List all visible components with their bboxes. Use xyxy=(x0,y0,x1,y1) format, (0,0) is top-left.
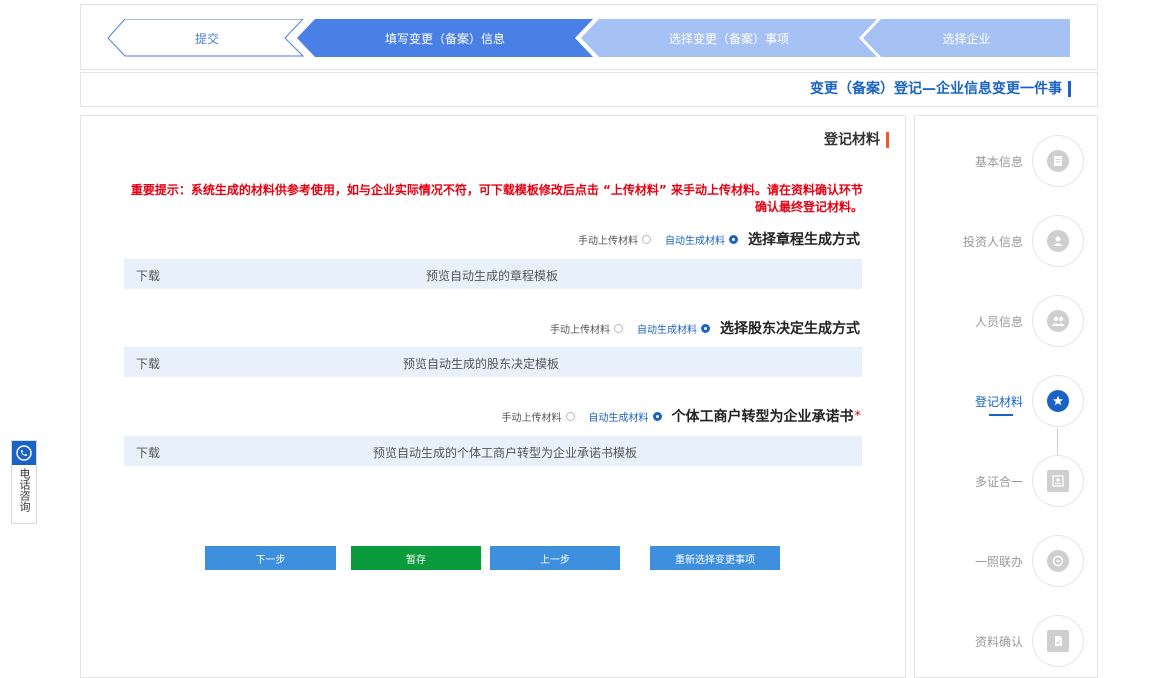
radio-manual-upload[interactable]: 手动上传材料 xyxy=(502,409,575,424)
choice-row-shareholder: 手动上传材料 自动生成材料 选择股东决定生成方式 xyxy=(536,318,861,338)
choice-label: 选择章程生成方式 xyxy=(748,232,860,248)
document-icon xyxy=(1047,150,1069,172)
certificate-icon xyxy=(1047,470,1069,492)
step-select-items[interactable]: 选择变更（备案）事项 xyxy=(581,19,877,57)
download-link[interactable]: 下载 xyxy=(136,355,160,372)
nav-multi-certificate[interactable]: 多证合一 xyxy=(915,455,1099,507)
badge-star-icon xyxy=(1047,390,1069,412)
materials-panel: 登记材料 重要提示：系统生成的材料供参考使用，如与企业实际情况不符，可下载模板修… xyxy=(80,115,906,678)
step-fill-info[interactable]: 填写变更（备案）信息 xyxy=(297,19,593,57)
page-title: 变更（备案）登记—企业信息变更一件事 xyxy=(810,81,1071,97)
preview-link[interactable]: 预览自动生成的个体工商户转型为企业承诺书模板 xyxy=(280,444,730,461)
investor-icon xyxy=(1047,230,1069,252)
radio-dot xyxy=(642,234,651,244)
file-bar-shareholder: 下载 预览自动生成的股东决定模板 xyxy=(124,347,862,377)
confirm-doc-icon xyxy=(1047,630,1069,652)
section-title: 登记材料 xyxy=(824,132,889,148)
choice-row-commitment: 手动上传材料 自动生成材料 个体工商户转型为企业承诺书 * xyxy=(488,406,862,426)
required-mark: * xyxy=(854,408,862,424)
step-select-company[interactable]: 选择企业 xyxy=(863,19,1070,57)
radio-auto-generate[interactable]: 自动生成材料 xyxy=(665,232,738,247)
nav-registration-materials[interactable]: 登记材料 xyxy=(915,375,1099,427)
radio-manual-upload[interactable]: 手动上传材料 xyxy=(550,321,623,336)
radio-dot xyxy=(614,323,623,333)
radio-dot-selected xyxy=(652,411,662,421)
nav-investor-info[interactable]: 投资人信息 xyxy=(915,215,1099,267)
radio-auto-generate[interactable]: 自动生成材料 xyxy=(589,409,662,424)
page-title-bar: 变更（备案）登记—企业信息变更一件事 xyxy=(80,72,1098,107)
nav-personnel-info[interactable]: 人员信息 xyxy=(915,295,1099,347)
file-bar-commitment: 下载 预览自动生成的个体工商户转型为企业承诺书模板 xyxy=(124,436,862,466)
link-icon xyxy=(1047,550,1069,572)
reselect-items-button[interactable]: 重新选择变更事项 xyxy=(650,546,780,570)
prev-step-button[interactable]: 上一步 xyxy=(490,546,620,570)
radio-auto-generate[interactable]: 自动生成材料 xyxy=(637,321,710,336)
nav-data-confirm[interactable]: 资料确认 xyxy=(915,615,1099,667)
people-icon xyxy=(1047,310,1069,332)
save-draft-button[interactable]: 暂存 xyxy=(351,546,481,570)
file-bar-charter: 下载 预览自动生成的章程模板 xyxy=(124,259,862,289)
steps-card: 提交 填写变更（备案）信息 选择变更（备案）事项 选择企业 xyxy=(80,4,1098,70)
preview-link[interactable]: 预览自动生成的股东决定模板 xyxy=(281,355,681,372)
preview-link[interactable]: 预览自动生成的章程模板 xyxy=(292,267,692,284)
phone-consult-label: 电话咨询 xyxy=(18,468,31,512)
phone-icon xyxy=(12,441,36,465)
next-step-button[interactable]: 下一步 xyxy=(205,546,336,570)
choice-row-charter: 手动上传材料 自动生成材料 选择章程生成方式 xyxy=(564,229,861,249)
active-underline xyxy=(989,414,1013,416)
nav-one-license[interactable]: 一照联办 xyxy=(915,535,1099,587)
phone-consult-tab[interactable]: 电话咨询 xyxy=(11,440,37,524)
nav-basic-info[interactable]: 基本信息 xyxy=(915,135,1099,187)
important-notice: 重要提示：系统生成的材料供参考使用，如与企业实际情况不符，可下载模板修改后点击 … xyxy=(130,183,863,214)
radio-dot xyxy=(565,411,575,421)
step-submit[interactable]: 提交 xyxy=(107,19,307,57)
radio-dot-selected xyxy=(729,234,738,244)
radio-manual-upload[interactable]: 手动上传材料 xyxy=(578,232,651,247)
side-navigation: 基本信息 投资人信息 人员信息 登记材料 多证合一 一照联办 资料确认 xyxy=(914,115,1098,678)
radio-dot-selected xyxy=(701,323,710,333)
download-link[interactable]: 下载 xyxy=(136,444,160,461)
download-link[interactable]: 下载 xyxy=(136,267,160,284)
choice-label: 个体工商户转型为企业承诺书 xyxy=(671,409,854,425)
choice-label: 选择股东决定生成方式 xyxy=(720,321,860,337)
